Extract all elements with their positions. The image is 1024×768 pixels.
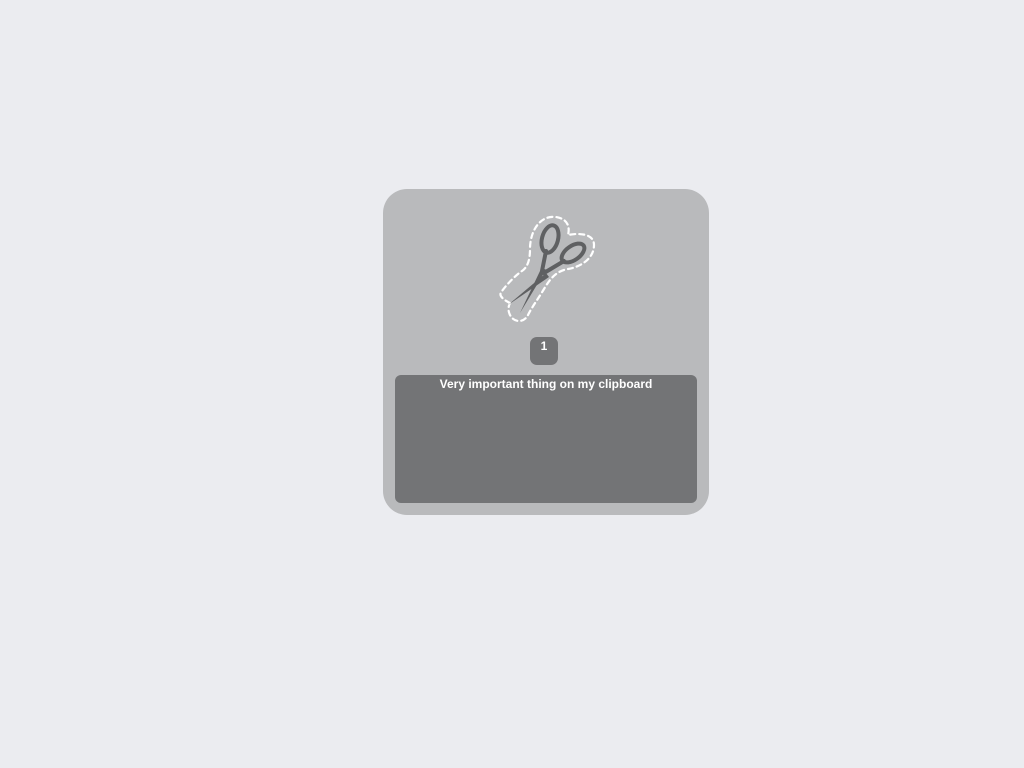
clipboard-item[interactable]: Very important thing on my clipboard: [395, 375, 697, 503]
clipboard-panel: 1 Very important thing on my clipboard: [383, 189, 709, 515]
clipboard-item-text: Very important thing on my clipboard: [439, 377, 653, 391]
scissors-icon: [499, 215, 596, 323]
clipboard-count-badge: 1: [530, 337, 558, 365]
